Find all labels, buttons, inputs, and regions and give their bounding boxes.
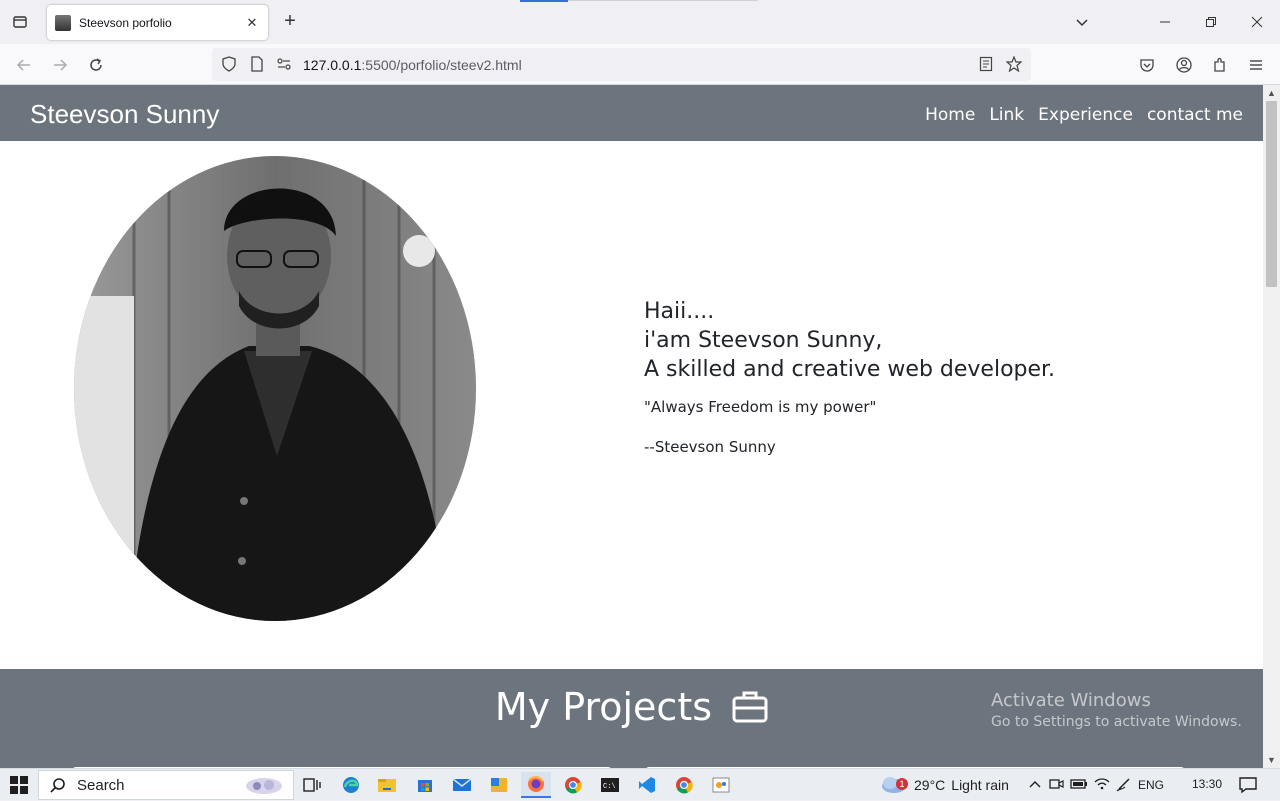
- page-scrollbar[interactable]: ▲ ▼: [1263, 85, 1280, 768]
- firefox-icon[interactable]: [521, 772, 551, 798]
- notifications-icon[interactable]: [1238, 775, 1258, 795]
- intro-name: i'am Steevson Sunny,: [644, 328, 883, 353]
- folder-icon[interactable]: [484, 772, 514, 798]
- projects-heading-text: My Projects: [494, 685, 713, 729]
- url-path: :5500/porfolio/steev2.html: [361, 57, 522, 73]
- list-all-tabs-icon[interactable]: [1070, 10, 1094, 34]
- task-view-icon[interactable]: [297, 772, 327, 798]
- reload-icon[interactable]: [83, 52, 109, 78]
- close-window-button[interactable]: [1234, 0, 1280, 44]
- weather-temp: 29°C: [914, 777, 946, 793]
- scroll-down-icon[interactable]: ▼: [1263, 752, 1280, 768]
- chrome-icon[interactable]: [558, 772, 588, 798]
- page-viewport: Steevson Sunny Home Link Experience cont…: [0, 85, 1263, 768]
- edge-icon[interactable]: [336, 772, 366, 798]
- store-icon[interactable]: [410, 772, 440, 798]
- taskbar-search[interactable]: Search: [38, 770, 294, 800]
- windows-taskbar: Search C:\ 1 29°C Light rain ENG 13:30: [0, 768, 1280, 800]
- briefcase-icon: [732, 691, 768, 723]
- terminal-icon[interactable]: C:\: [595, 772, 625, 798]
- tab-strip-divider: [568, 0, 758, 1]
- mail-icon[interactable]: [447, 772, 477, 798]
- site-header: Steevson Sunny Home Link Experience cont…: [0, 85, 1263, 141]
- intro-tagline: A skilled and creative web developer.: [644, 357, 1056, 382]
- chrome-icon-2[interactable]: [669, 772, 699, 798]
- bookmark-star-icon[interactable]: [1005, 55, 1023, 73]
- browser-tab[interactable]: Steevson porfolio ✕: [47, 5, 268, 40]
- language-indicator[interactable]: ENG: [1138, 778, 1164, 792]
- address-bar[interactable]: 127.0.0.1:5500/porfolio/steev2.html: [212, 48, 1031, 81]
- tab-favicon-icon: [55, 14, 71, 31]
- profile-photo: [74, 156, 476, 621]
- search-highlight-icon: [246, 778, 282, 794]
- intro-greeting: Haii....: [644, 299, 715, 324]
- search-icon: [50, 778, 65, 793]
- nav-link-home[interactable]: Home: [925, 105, 975, 125]
- shield-icon[interactable]: [220, 55, 238, 73]
- browser-navigation-bar: 127.0.0.1:5500/porfolio/steev2.html: [0, 44, 1280, 85]
- nav-link-link[interactable]: Link: [989, 105, 1024, 125]
- reader-view-icon[interactable]: [977, 55, 995, 73]
- permissions-icon[interactable]: [275, 55, 293, 73]
- paint-icon[interactable]: [706, 772, 736, 798]
- svg-text:C:\: C:\: [603, 783, 616, 791]
- clock[interactable]: 13:30: [1192, 777, 1222, 791]
- system-tray: ENG: [1028, 769, 1164, 801]
- scroll-up-icon[interactable]: ▲: [1263, 85, 1280, 101]
- intro-text: Haii.... i'am Steevson Sunny, A skilled …: [644, 297, 1055, 456]
- page-icon[interactable]: [248, 55, 266, 73]
- window-controls: [1142, 0, 1280, 44]
- watermark-subtitle: Go to Settings to activate Windows.: [991, 714, 1242, 730]
- weather: 1 29°C Light rain: [880, 774, 1009, 796]
- site-nav: Home Link Experience contact me: [925, 105, 1243, 125]
- back-icon[interactable]: [11, 52, 37, 78]
- intro-quote-author: --Steevson Sunny: [644, 438, 776, 456]
- site-brand[interactable]: Steevson Sunny: [30, 99, 219, 130]
- weather-badge: 1: [896, 778, 908, 790]
- weather-desc: Light rain: [951, 777, 1009, 793]
- account-icon[interactable]: [1171, 52, 1197, 78]
- new-tab-button[interactable]: +: [278, 10, 302, 34]
- chevron-up-icon[interactable]: [1028, 778, 1042, 792]
- tab-close-icon[interactable]: ✕: [240, 11, 264, 35]
- tab-title: Steevson porfolio: [79, 15, 172, 30]
- browser-tab-strip: Steevson porfolio ✕ +: [0, 0, 1280, 44]
- restore-button[interactable]: [1188, 0, 1234, 44]
- start-button[interactable]: [0, 769, 38, 801]
- nav-link-contact[interactable]: contact me: [1147, 105, 1243, 125]
- scrollbar-thumb[interactable]: [1266, 101, 1277, 287]
- extensions-icon[interactable]: [1207, 52, 1233, 78]
- weather-widget[interactable]: 1 29°C Light rain: [880, 769, 1009, 801]
- meet-now-icon[interactable]: [1048, 776, 1064, 795]
- file-explorer-icon[interactable]: [372, 772, 402, 798]
- activate-windows-watermark: Activate Windows Go to Settings to activ…: [991, 690, 1242, 730]
- loading-indicator: [520, 0, 568, 2]
- intro-quote: "Always Freedom is my power": [644, 398, 877, 416]
- url-text[interactable]: 127.0.0.1:5500/porfolio/steev2.html: [303, 57, 522, 73]
- pen-icon[interactable]: [1116, 776, 1132, 795]
- nav-link-experience[interactable]: Experience: [1038, 105, 1133, 125]
- vscode-icon[interactable]: [632, 772, 662, 798]
- watermark-title: Activate Windows: [991, 690, 1151, 711]
- wifi-icon[interactable]: [1094, 777, 1110, 794]
- url-host: 127.0.0.1: [303, 57, 362, 73]
- battery-icon[interactable]: [1070, 778, 1088, 793]
- forward-icon[interactable]: [47, 52, 73, 78]
- menu-icon[interactable]: [1243, 52, 1269, 78]
- pocket-icon[interactable]: [1134, 52, 1160, 78]
- search-label: Search: [77, 776, 125, 794]
- firefox-view-icon[interactable]: [8, 10, 32, 34]
- minimize-button[interactable]: [1142, 0, 1188, 44]
